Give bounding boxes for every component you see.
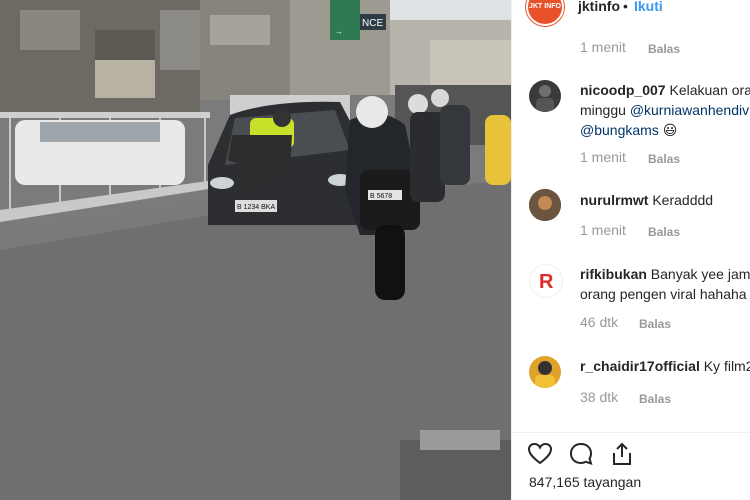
comment-body: Banyak yee jama — [650, 266, 750, 282]
follow-button[interactable]: Ikuti — [634, 0, 663, 14]
street-scene-image: → NCE B 1234 BKA B 5678 — [0, 0, 511, 500]
comment-body-line2: minggu — [580, 102, 630, 118]
comment-timestamp: 1 menit — [580, 222, 626, 238]
mention-link[interactable]: @kurniawanhendiv — [630, 102, 749, 118]
comment-timestamp: 46 dtk — [580, 314, 619, 330]
account-username[interactable]: jktinfo — [578, 0, 620, 14]
motorbike-plate-text: B 5678 — [370, 193, 392, 200]
mention-link[interactable]: @bungkams — [580, 122, 659, 138]
heart-icon[interactable] — [527, 441, 553, 467]
post-actions-bar — [512, 432, 750, 473]
comment-reply-button[interactable]: Balas — [639, 317, 671, 331]
emoji: 😃 — [662, 122, 678, 138]
caption-reply-button[interactable]: Balas — [648, 42, 680, 56]
comment-timestamp: 1 menit — [580, 149, 626, 165]
comment-timestamp: 38 dtk — [580, 389, 619, 405]
comment-username[interactable]: nurulrmwt — [580, 192, 648, 208]
user-avatar[interactable] — [529, 356, 561, 388]
comment-text: rifkibukan Banyak yee jama orang pengen … — [580, 264, 750, 304]
comment-reply-button[interactable]: Balas — [639, 392, 671, 406]
avatar-letter: R — [539, 271, 554, 293]
user-avatar[interactable] — [529, 80, 561, 112]
user-avatar[interactable]: R — [529, 264, 563, 298]
separator-dot: • — [623, 0, 628, 14]
comment-reply-button[interactable]: Balas — [648, 225, 680, 239]
comment-icon[interactable] — [568, 441, 594, 467]
comment-body-line2: orang pengen viral hahaha — [580, 286, 747, 302]
comment-username[interactable]: r_chaidir17official — [580, 358, 700, 374]
comment-body: Keradddd — [652, 192, 714, 208]
car-plate-text: B 1234 BKA — [237, 204, 275, 211]
comment-body: Kelakuan oran — [669, 82, 750, 98]
comments-panel: JKT INFO jktinfo • Ikuti 1 menit Balas n… — [511, 0, 750, 500]
account-avatar[interactable]: JKT INFO — [526, 0, 564, 26]
comment-reply-button[interactable]: Balas — [648, 152, 680, 166]
comment-text: nurulrmwt Keradddd — [580, 190, 750, 210]
logo-text: JKT INFO — [529, 3, 561, 10]
share-icon[interactable] — [609, 441, 635, 467]
caption-timestamp: 1 menit — [580, 39, 626, 55]
street-sign-text: NCE — [362, 18, 383, 29]
comment-username[interactable]: rifkibukan — [580, 266, 647, 282]
svg-text:→: → — [335, 27, 343, 36]
post-header: JKT INFO jktinfo • Ikuti — [512, 0, 750, 26]
post-video-frame[interactable]: → NCE B 1234 BKA B 5678 — [0, 0, 511, 500]
comment-text: nicoodp_007 Kelakuan oran minggu @kurnia… — [580, 80, 750, 140]
comment-text: r_chaidir17official Ky film2 — [580, 356, 750, 376]
view-count: 847,165 tayangan — [529, 474, 642, 490]
user-avatar[interactable] — [529, 189, 561, 221]
comment-username[interactable]: nicoodp_007 — [580, 82, 666, 98]
comment-body: Ky film2 — [703, 358, 750, 374]
